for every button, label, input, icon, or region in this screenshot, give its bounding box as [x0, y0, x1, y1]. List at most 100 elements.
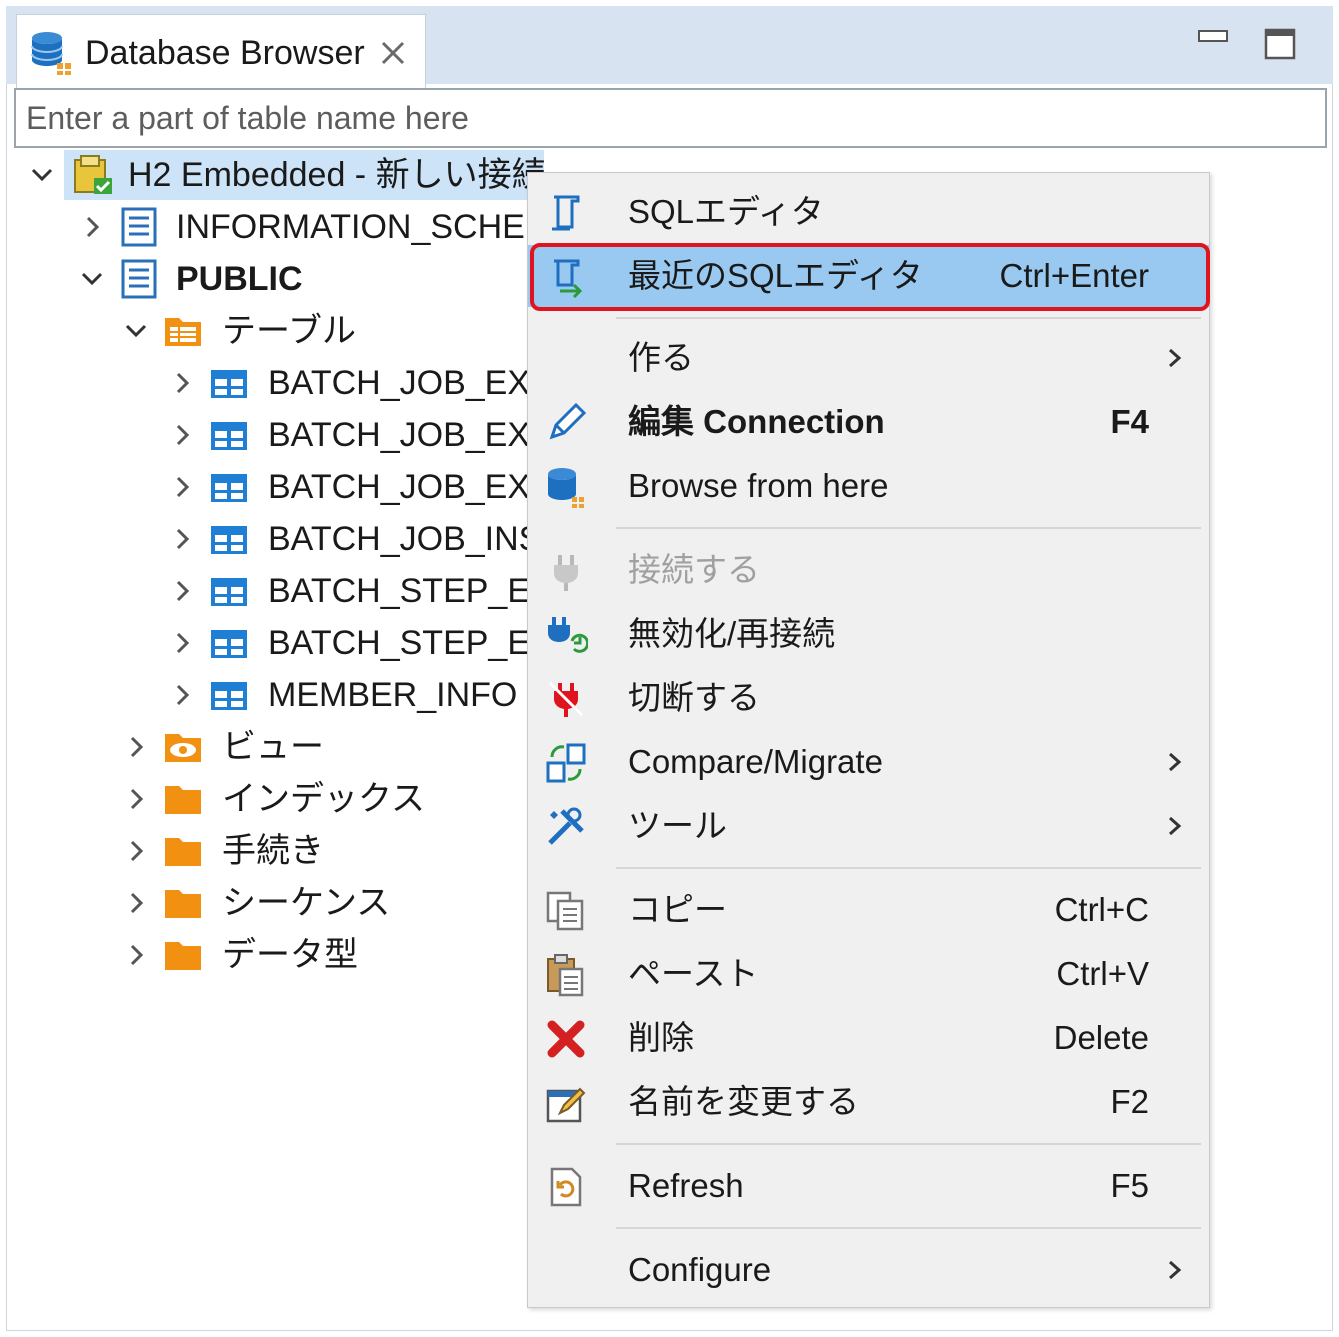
chevron-right-icon[interactable] [170, 423, 194, 447]
refresh-icon [550, 1167, 582, 1207]
menu-item-label: ツール [628, 807, 727, 844]
database-icon [31, 32, 71, 75]
table-label: BATCH_STEP_EXE [268, 624, 530, 662]
context-menu: SQLエディタ 最近のSQLエディタ Ctrl+Enter 作る 編集 Conn… [527, 172, 1210, 1308]
reconnect-icon [548, 617, 588, 653]
tab-title: Database Browser [85, 34, 365, 72]
menu-item-delete[interactable]: 削除 Delete [528, 1007, 1209, 1069]
submenu-arrow-icon [1169, 752, 1182, 772]
chevron-right-icon[interactable] [124, 839, 148, 863]
table-icon [211, 682, 247, 710]
folder-icon [165, 890, 201, 918]
menu-separator [616, 1143, 1201, 1145]
menu-item-create[interactable]: 作る [528, 327, 1209, 389]
menu-item-label: Browse from here [628, 467, 889, 504]
menu-separator [616, 527, 1201, 529]
submenu-arrow-icon [1169, 816, 1182, 836]
menu-item-disconnect[interactable]: 切断する [528, 667, 1209, 729]
tree-item-table[interactable]: BATCH_STEP_EXE [0, 566, 530, 616]
tree-item-table[interactable]: BATCH_JOB_EXEC [0, 462, 530, 512]
menu-item-label: 無効化/再接続 [628, 615, 836, 652]
menu-item-shortcut: Delete [1053, 1019, 1149, 1056]
tree-item-folder[interactable]: シーケンス [0, 878, 530, 928]
rename-icon [546, 1087, 586, 1123]
chevron-right-icon[interactable] [170, 631, 194, 655]
menu-item-label: 作る [628, 339, 694, 376]
tree-item-schema[interactable]: INFORMATION_SCHEM [0, 202, 530, 252]
chevron-right-icon[interactable] [170, 527, 194, 551]
menu-item-refresh[interactable]: Refresh F5 [528, 1155, 1209, 1217]
tab-database-browser[interactable]: Database Browser [16, 14, 426, 90]
tree-item-folder[interactable]: データ型 [0, 930, 530, 980]
disconnect-icon [548, 681, 584, 717]
table-label: BATCH_JOB_INST [268, 520, 530, 558]
chevron-down-icon[interactable] [80, 267, 104, 291]
chevron-right-icon[interactable] [170, 371, 194, 395]
tree-item-table[interactable]: BATCH_JOB_INST [0, 514, 530, 564]
table-icon [211, 578, 247, 606]
folder-label: シーケンス [222, 884, 391, 922]
plug-icon [554, 555, 578, 591]
menu-item-tools[interactable]: ツール [528, 795, 1209, 857]
copy-icon [546, 891, 584, 931]
chevron-right-icon[interactable] [170, 475, 194, 499]
menu-item-shortcut: Ctrl+C [1054, 891, 1149, 928]
table-icon [211, 370, 247, 398]
folder-icon [165, 942, 201, 970]
chevron-right-icon[interactable] [124, 943, 148, 967]
tree-item-folder[interactable]: インデックス [0, 774, 530, 824]
chevron-right-icon[interactable] [124, 891, 148, 915]
table-folder-label: テーブル [222, 312, 356, 350]
table-label: BATCH_JOB_EXEC [268, 416, 530, 454]
menu-item-configure[interactable]: Configure [528, 1239, 1209, 1301]
maximize-icon[interactable] [1264, 28, 1296, 60]
schema-icon [121, 259, 157, 299]
tree-item-view-folder[interactable]: ビュー [0, 722, 530, 772]
folder-label: データ型 [222, 936, 358, 974]
folder-label: 手続き [222, 832, 324, 870]
menu-item-browse-from-here[interactable]: Browse from here [528, 455, 1209, 517]
table-icon [211, 630, 247, 658]
tree-item-table[interactable]: MEMBER_INFO [0, 670, 530, 720]
menu-item-rename[interactable]: 名前を変更する F2 [528, 1071, 1209, 1133]
table-icon [211, 422, 247, 450]
chevron-right-icon[interactable] [170, 579, 194, 603]
tree-item-connection-content[interactable]: H2 Embedded - 新しい接続 [0, 150, 546, 200]
chevron-right-icon[interactable] [124, 787, 148, 811]
menu-item-label: 編集 Connection [628, 403, 885, 440]
menu-item-label: Configure [628, 1251, 772, 1288]
menu-item-label: Compare/Migrate [628, 743, 883, 780]
chevron-down-icon[interactable] [124, 319, 148, 343]
menu-item-reconnect[interactable]: 無効化/再接続 [528, 603, 1209, 665]
chevron-right-icon[interactable] [170, 683, 194, 707]
table-icon [211, 474, 247, 502]
menu-item-shortcut: F4 [1110, 403, 1149, 440]
view-folder-icon [165, 734, 201, 762]
chevron-right-icon[interactable] [124, 735, 148, 759]
menu-item-label: ペースト [628, 955, 759, 992]
chevron-down-icon[interactable] [30, 163, 54, 187]
tools-icon [548, 807, 584, 845]
h2-connection-icon [74, 155, 112, 194]
menu-separator [616, 867, 1201, 869]
menu-item-sql-editor[interactable]: SQLエディタ [528, 181, 1209, 243]
tree-item-schema[interactable]: PUBLIC [0, 254, 530, 304]
tree-item-table-folder[interactable]: テーブル [0, 306, 530, 356]
menu-item-shortcut: F2 [1110, 1083, 1149, 1120]
menu-item-label: SQLエディタ [628, 193, 824, 230]
table-label: MEMBER_INFO [268, 676, 518, 714]
menu-item-compare-migrate[interactable]: Compare/Migrate [528, 731, 1209, 793]
menu-item-paste[interactable]: ペースト Ctrl+V [528, 943, 1209, 1005]
tree-item-table[interactable]: BATCH_JOB_EXEC [0, 410, 530, 460]
minimize-icon[interactable] [1198, 30, 1228, 44]
tree-item-folder[interactable]: 手続き [0, 826, 530, 876]
connection-label: H2 Embedded - 新しい接続 [128, 156, 546, 194]
menu-item-copy[interactable]: コピー Ctrl+C [528, 879, 1209, 941]
menu-item-edit-connection[interactable]: 編集 Connection F4 [528, 391, 1209, 453]
tree-item-table[interactable]: BATCH_JOB_EXEC [0, 358, 530, 408]
close-tab-icon[interactable] [377, 37, 409, 69]
chevron-right-icon[interactable] [80, 215, 104, 239]
menu-item-label: 削除 [628, 1019, 694, 1056]
tree-item-table[interactable]: BATCH_STEP_EXE [0, 618, 530, 668]
table-filter-input[interactable] [14, 88, 1327, 148]
